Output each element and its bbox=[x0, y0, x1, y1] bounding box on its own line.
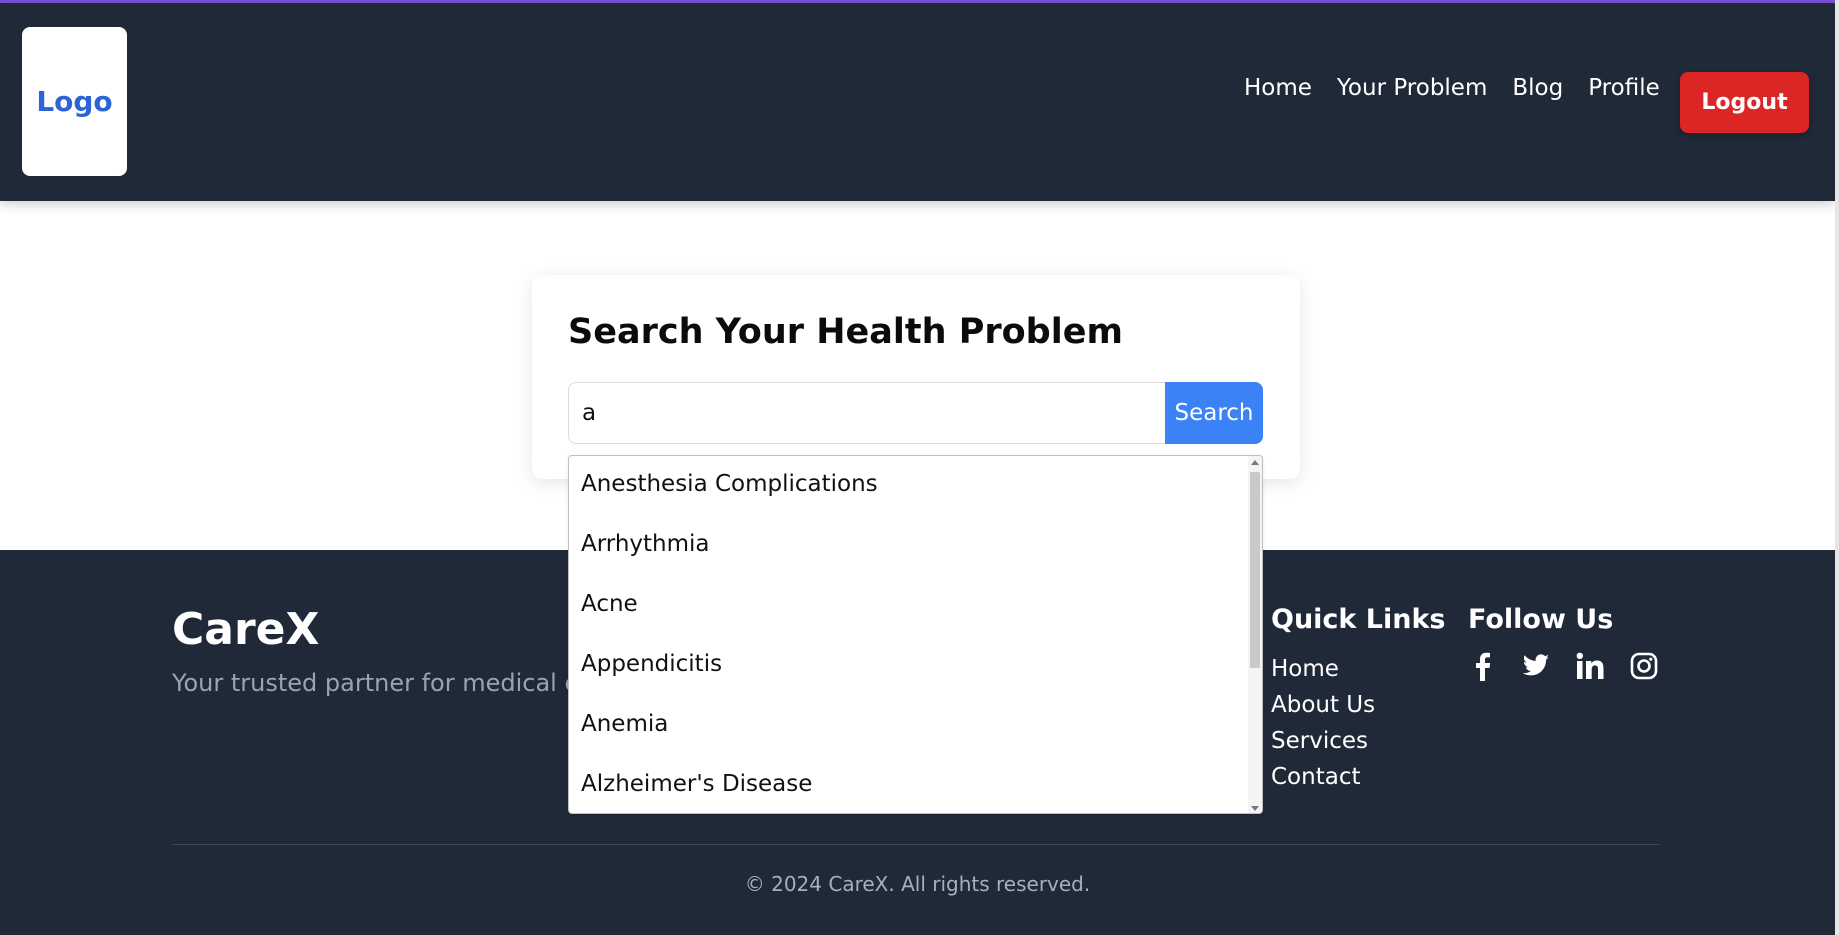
quick-link-services[interactable]: Services bbox=[1271, 727, 1375, 763]
suggestions-dropdown[interactable]: Anesthesia Complications Arrhythmia Acne… bbox=[568, 455, 1263, 814]
quick-link-contact[interactable]: Contact bbox=[1271, 763, 1375, 799]
nav-your-problem[interactable]: Your Problem bbox=[1337, 75, 1487, 101]
facebook-icon[interactable] bbox=[1468, 650, 1496, 682]
follow-us-title: Follow Us bbox=[1468, 604, 1614, 635]
suggestion-item[interactable]: Alzheimer's Disease bbox=[581, 771, 812, 797]
nav-profile[interactable]: Profile bbox=[1588, 75, 1660, 101]
twitter-icon[interactable] bbox=[1522, 650, 1550, 682]
footer-tagline: Your trusted partner for medical con bbox=[172, 669, 608, 697]
search-card: Search Your Health Problem Search bbox=[532, 275, 1300, 479]
search-title: Search Your Health Problem bbox=[568, 312, 1123, 352]
suggestion-item[interactable]: Arrhythmia bbox=[581, 531, 710, 557]
suggestion-item[interactable]: Anesthesia Complications bbox=[581, 471, 878, 497]
quick-link-home[interactable]: Home bbox=[1271, 655, 1375, 691]
suggestion-item[interactable]: Appendicitis bbox=[581, 651, 722, 677]
logo-text: Logo bbox=[36, 85, 113, 118]
footer-divider bbox=[172, 844, 1660, 845]
suggestion-item[interactable]: Anemia bbox=[581, 711, 668, 737]
quick-links-title: Quick Links bbox=[1271, 604, 1446, 635]
dropdown-scrollbar[interactable] bbox=[1248, 456, 1262, 813]
copyright: © 2024 CareX. All rights reserved. bbox=[744, 872, 1091, 896]
suggestion-item[interactable]: Acne bbox=[581, 591, 638, 617]
social-links bbox=[1468, 650, 1658, 682]
scroll-up-arrow-icon[interactable] bbox=[1251, 460, 1259, 465]
instagram-icon[interactable] bbox=[1630, 650, 1658, 682]
nav-home[interactable]: Home bbox=[1244, 75, 1312, 101]
logout-button[interactable]: Logout bbox=[1680, 72, 1809, 133]
dropdown-scroll-thumb[interactable] bbox=[1250, 472, 1260, 668]
search-input[interactable] bbox=[568, 382, 1165, 444]
page-scrollbar[interactable] bbox=[1835, 0, 1839, 935]
linkedin-icon[interactable] bbox=[1576, 650, 1604, 682]
quick-links-list: Home About Us Services Contact bbox=[1271, 655, 1375, 799]
quick-link-about-us[interactable]: About Us bbox=[1271, 691, 1375, 727]
footer-brand: CareX bbox=[172, 604, 320, 655]
logo[interactable]: Logo bbox=[22, 27, 127, 176]
site-header: Logo Home Your Problem Blog Profile Logo… bbox=[0, 3, 1835, 201]
scroll-down-arrow-icon[interactable] bbox=[1251, 806, 1259, 811]
search-button[interactable]: Search bbox=[1165, 382, 1263, 444]
nav-blog[interactable]: Blog bbox=[1512, 75, 1563, 101]
main-nav: Home Your Problem Blog Profile bbox=[1244, 75, 1685, 101]
